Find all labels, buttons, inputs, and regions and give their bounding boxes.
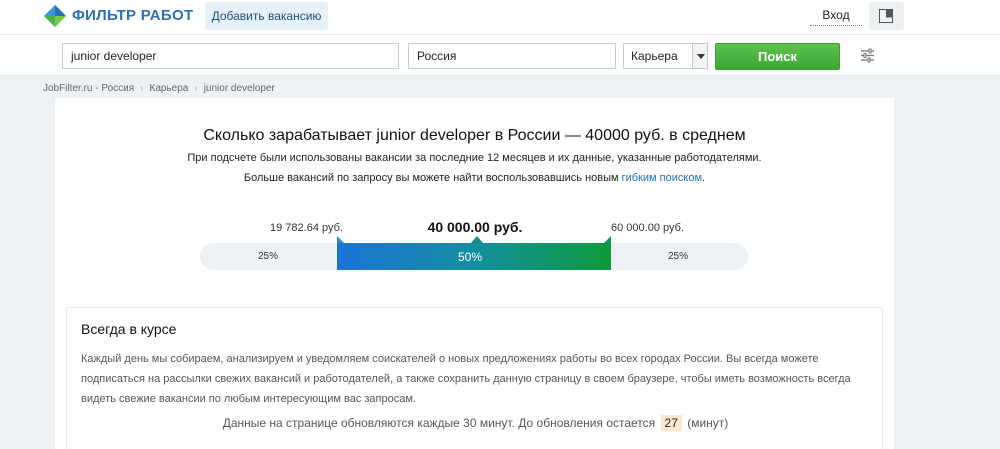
top-header: ФИЛЬТР РАБОТ Добавить вакансию Вход bbox=[0, 0, 1000, 34]
category-select[interactable]: Карьера bbox=[623, 43, 708, 69]
bookmarks-button[interactable] bbox=[869, 2, 904, 30]
summary-more: Больше вакансий по запросу вы можете най… bbox=[55, 172, 894, 184]
breadcrumb-separator: › bbox=[194, 83, 198, 94]
search-bar: Карьера Поиск bbox=[0, 34, 1000, 76]
breadcrumb: JobFilter.ru - Россия › Карьера › junior dev… bbox=[43, 83, 275, 94]
location-input[interactable] bbox=[408, 43, 616, 69]
flexible-search-link[interactable]: гибким поиском bbox=[622, 172, 702, 184]
chevron-down-icon bbox=[692, 44, 707, 68]
info-text: Каждый день мы собираем, анализируем и у… bbox=[81, 353, 851, 405]
bar-left-label: 25% bbox=[258, 251, 279, 262]
salary-low-value: 19 782.64 руб. bbox=[270, 222, 343, 234]
update-countdown: 27 bbox=[660, 415, 682, 431]
update-suffix: (минут) bbox=[687, 416, 729, 430]
info-panel: Всегда в курсе Каждый день мы собираем, … bbox=[66, 307, 883, 449]
summary-note: При подсчете были использованы вакансии … bbox=[187, 152, 762, 164]
high-marker bbox=[604, 236, 611, 243]
bar-middle-label: 50% bbox=[458, 250, 483, 264]
info-title: Всегда в курсе bbox=[81, 321, 177, 337]
category-select-value: Карьера bbox=[631, 49, 678, 63]
salary-headline: Сколько зарабатывает junior developer в … bbox=[203, 127, 746, 144]
summary-more-prefix: Больше вакансий по запросу вы можете най… bbox=[243, 172, 622, 184]
sliders-icon[interactable] bbox=[860, 48, 875, 63]
salary-distribution-bar: 25% 50% 25% bbox=[200, 243, 748, 270]
logo-diamond-icon[interactable] bbox=[43, 4, 67, 28]
summary-more-suffix: . bbox=[702, 172, 706, 184]
low-marker bbox=[337, 236, 344, 243]
salary-high-value: 60 000.00 руб. bbox=[611, 222, 684, 234]
update-notice: Данные на странице обновляются каждые 30… bbox=[67, 415, 884, 431]
breadcrumb-item-current: junior developer bbox=[203, 83, 275, 94]
query-input[interactable] bbox=[62, 43, 399, 69]
update-prefix: Данные на странице обновляются каждые 30… bbox=[222, 416, 656, 430]
breadcrumb-separator: › bbox=[140, 83, 144, 94]
salary-median-value: 40 000.00 руб. bbox=[427, 219, 523, 235]
median-marker bbox=[471, 236, 483, 243]
breadcrumb-item[interactable]: Карьера bbox=[150, 83, 189, 94]
login-link[interactable]: Вход bbox=[810, 8, 862, 26]
logo-text[interactable]: ФИЛЬТР РАБОТ bbox=[72, 7, 193, 24]
breadcrumb-item[interactable]: JobFilter.ru - Россия bbox=[43, 83, 134, 94]
add-vacancy-button[interactable]: Добавить вакансию bbox=[205, 2, 328, 30]
bookmark-panel-icon bbox=[879, 9, 893, 23]
search-button[interactable]: Поиск bbox=[715, 43, 840, 70]
bar-right-label: 25% bbox=[668, 251, 689, 262]
